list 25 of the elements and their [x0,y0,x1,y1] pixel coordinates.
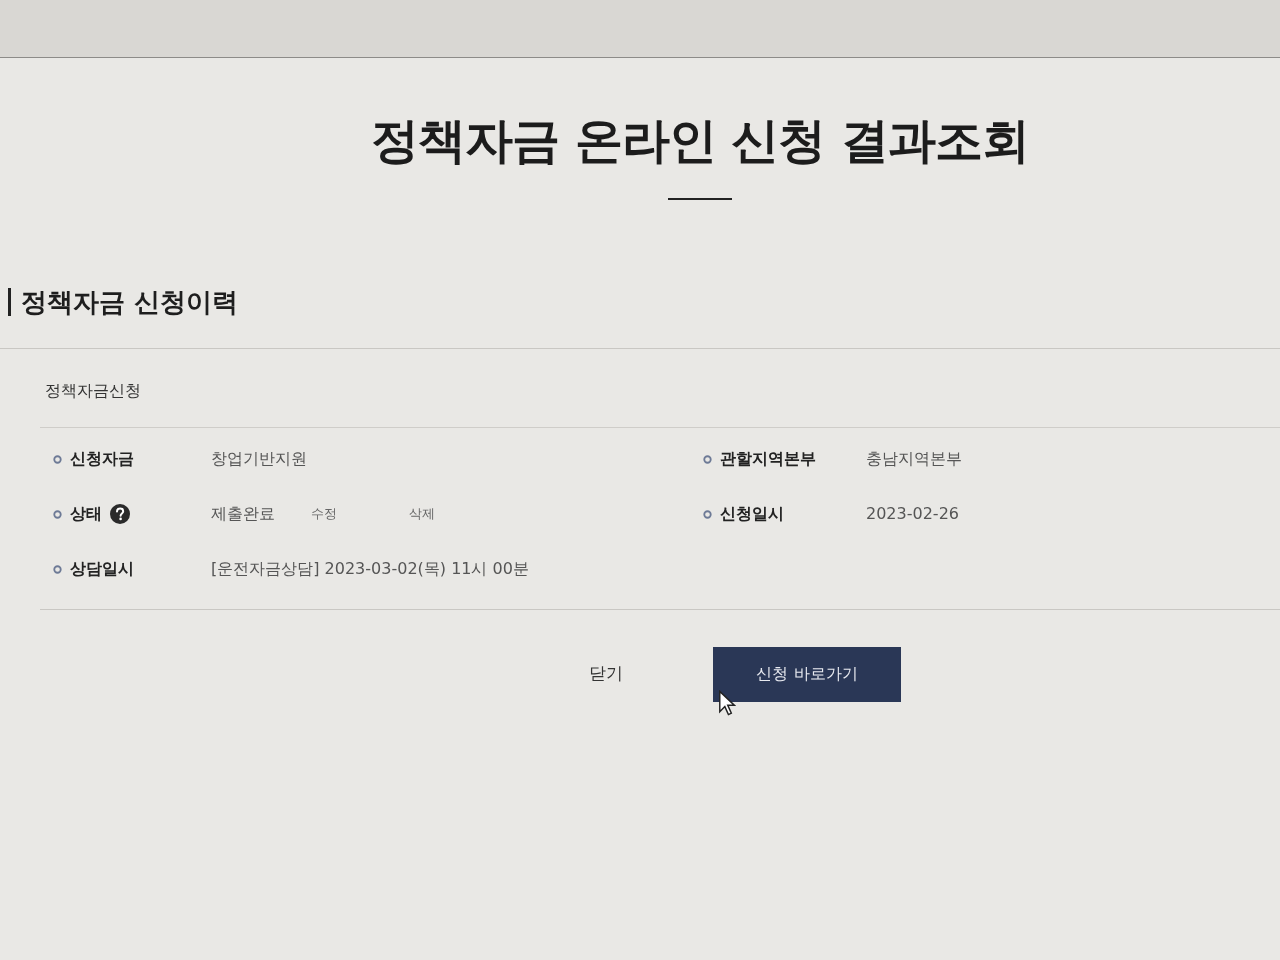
field-value: 충남지역본부 [866,448,962,471]
field-label: 신청일시 [720,503,784,526]
bullet-icon [703,509,712,519]
field-value: 제출완료 [211,503,275,526]
field-value: 2023-02-26 [866,503,959,526]
card-title: 정책자금신청 [45,380,141,400]
bullet-icon [53,454,62,464]
bullet-icon [53,564,62,574]
close-button[interactable]: 닫기 [569,647,643,701]
bullet-icon [703,454,712,464]
field-label: 신청자금 [70,448,134,471]
field-value: [운전자금상담] 2023-03-02(목) 11시 00분 [211,558,529,581]
bullet-icon [53,509,62,519]
action-link[interactable]: 수정 [311,504,337,524]
section-title: 정책자금 신청이력 [8,287,239,317]
field-label: 상담일시 [70,558,134,581]
field-label: 관할지역본부 [720,448,816,471]
help-icon[interactable] [110,504,130,525]
field-label: 상태 [70,503,102,526]
apply-button[interactable]: 신청 바로가기 [713,646,901,702]
title-underline [668,197,732,200]
action-link[interactable]: 삭제 [409,504,435,524]
field-value: 창업기반지원 [211,448,307,471]
mouse-pointer-icon [718,690,736,716]
page-title: 정책자금 온라인 신청 결과조회 [370,112,1030,168]
